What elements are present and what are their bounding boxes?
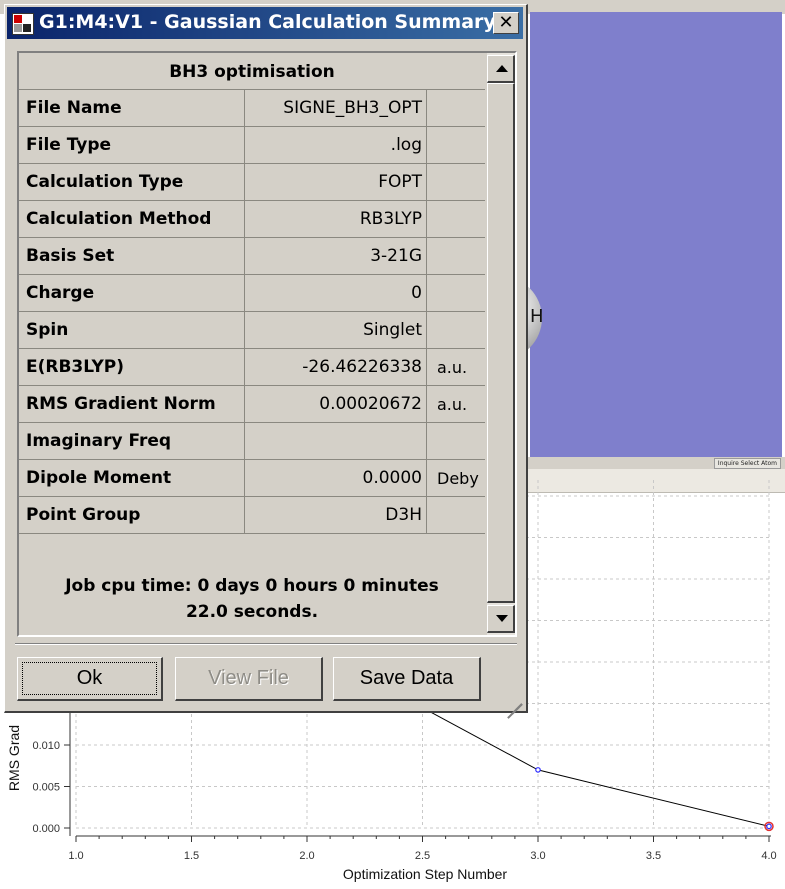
cpu-time-line-2: 22.0 seconds. [185,602,319,622]
row-label: Basis Set [19,238,245,274]
y-tick-label: 0.000 [32,823,60,835]
cpu-time-line-1: Job cpu time: 0 days 0 hours 0 minutes [65,576,439,596]
row-unit: Deby [437,469,479,488]
row-value: .log [245,127,427,163]
scroll-down-button[interactable] [487,605,515,633]
row-unit [427,312,485,348]
x-tick-label: 2.0 [299,850,314,862]
summary-row[interactable]: Point Group D3H [19,497,485,534]
row-unit [427,238,485,274]
data-point [535,767,541,773]
summary-row[interactable]: Spin Singlet [19,312,485,349]
row-value [245,423,427,459]
summary-row[interactable]: E(RB3LYP) -26.46226338 a.u. [19,349,485,386]
row-label: RMS Gradient Norm [19,386,245,422]
save-data-button[interactable]: Save Data [333,657,481,701]
row-unit [427,201,485,237]
dialog-title: G1:M4:V1 - Gaussian Calculation Summary [39,11,496,33]
row-unit: a.u. [437,358,468,377]
job-cpu-time: Job cpu time: 0 days 0 hours 0 minutes 2… [19,573,485,625]
summary-row[interactable]: RMS Gradient Norm 0.00020672 a.u. [19,386,485,423]
row-label: Calculation Type [19,164,245,200]
y-axis-title: RMS Grad [6,725,22,791]
arrow-up-icon [496,65,508,72]
row-value: SIGNE_BH3_OPT [245,90,427,126]
row-label: Charge [19,275,245,311]
data-point [766,823,772,830]
summary-row[interactable]: Imaginary Freq [19,423,485,460]
summary-row[interactable]: Basis Set 3-21G [19,238,485,275]
summary-row[interactable]: Calculation Type FOPT [19,164,485,201]
row-value: FOPT [245,164,427,200]
row-label: File Name [19,90,245,126]
row-unit [427,423,485,459]
row-value: RB3LYP [245,201,427,237]
close-button[interactable]: ✕ [493,12,519,34]
row-value: 0.0000 [245,460,427,496]
row-value: 0.00020672 [245,386,427,422]
ok-button[interactable]: Ok [17,657,163,701]
row-label: Spin [19,312,245,348]
row-label: File Type [19,127,245,163]
row-label: Imaginary Freq [19,423,245,459]
chart-labels: 1.0 1.5 2.0 2.5 3.0 3.5 4.0 0.000 0.005 0.010 Opti… [6,725,777,882]
row-value: -26.46226338 [245,349,427,385]
row-label: Calculation Method [19,201,245,237]
row-unit [427,497,485,533]
summary-table-box: BH3 optimisation File Name SIGNE_BH3_OPT F… [17,51,517,637]
row-value: 3-21G [245,238,427,274]
row-unit [427,90,485,126]
row-value: 0 [245,275,427,311]
gaussview-app-icon [12,13,34,35]
y-tick-label: 0.010 [32,740,60,752]
summary-row[interactable]: Charge 0 [19,275,485,312]
dialog-separator [15,643,517,645]
summary-table-title: BH3 optimisation [19,53,485,90]
focus-rect [22,662,157,695]
row-unit [427,127,485,163]
row-unit: a.u. [437,395,468,414]
scroll-thumb[interactable] [487,83,515,603]
arrow-down-icon [496,615,508,622]
row-label: Point Group [19,497,245,533]
summary-row[interactable]: File Name SIGNE_BH3_OPT [19,90,485,127]
x-axis-title: Optimization Step Number [343,866,508,882]
scroll-up-button[interactable] [487,55,515,83]
resize-grip-icon[interactable] [500,685,523,719]
x-tick-label: 3.0 [530,850,545,862]
row-unit [427,275,485,311]
x-tick-label: 2.5 [415,850,430,862]
view-file-button: View File [175,657,323,701]
x-tick-label: 1.0 [68,850,83,862]
row-value: Singlet [245,312,427,348]
x-tick-label: 3.5 [646,850,661,862]
row-unit [427,164,485,200]
row-value: D3H [245,497,427,533]
row-label: Dipole Moment [19,460,245,496]
summary-row[interactable]: File Type .log [19,127,485,164]
vertical-scrollbar[interactable] [486,53,515,635]
calculation-summary-dialog: G1:M4:V1 - Gaussian Calculation Summary … [4,4,528,719]
summary-table: BH3 optimisation File Name SIGNE_BH3_OPT F… [19,53,485,534]
atom-label: H [530,306,544,327]
x-tick-label: 1.5 [184,850,199,862]
row-label: E(RB3LYP) [19,349,245,385]
x-tick-label: 4.0 [761,850,776,862]
y-tick-label: 0.005 [32,782,60,794]
summary-row[interactable]: Dipole Moment 0.0000 Deby [19,460,485,497]
dialog-titlebar[interactable]: G1:M4:V1 - Gaussian Calculation Summary … [7,7,523,39]
summary-row[interactable]: Calculation Method RB3LYP [19,201,485,238]
